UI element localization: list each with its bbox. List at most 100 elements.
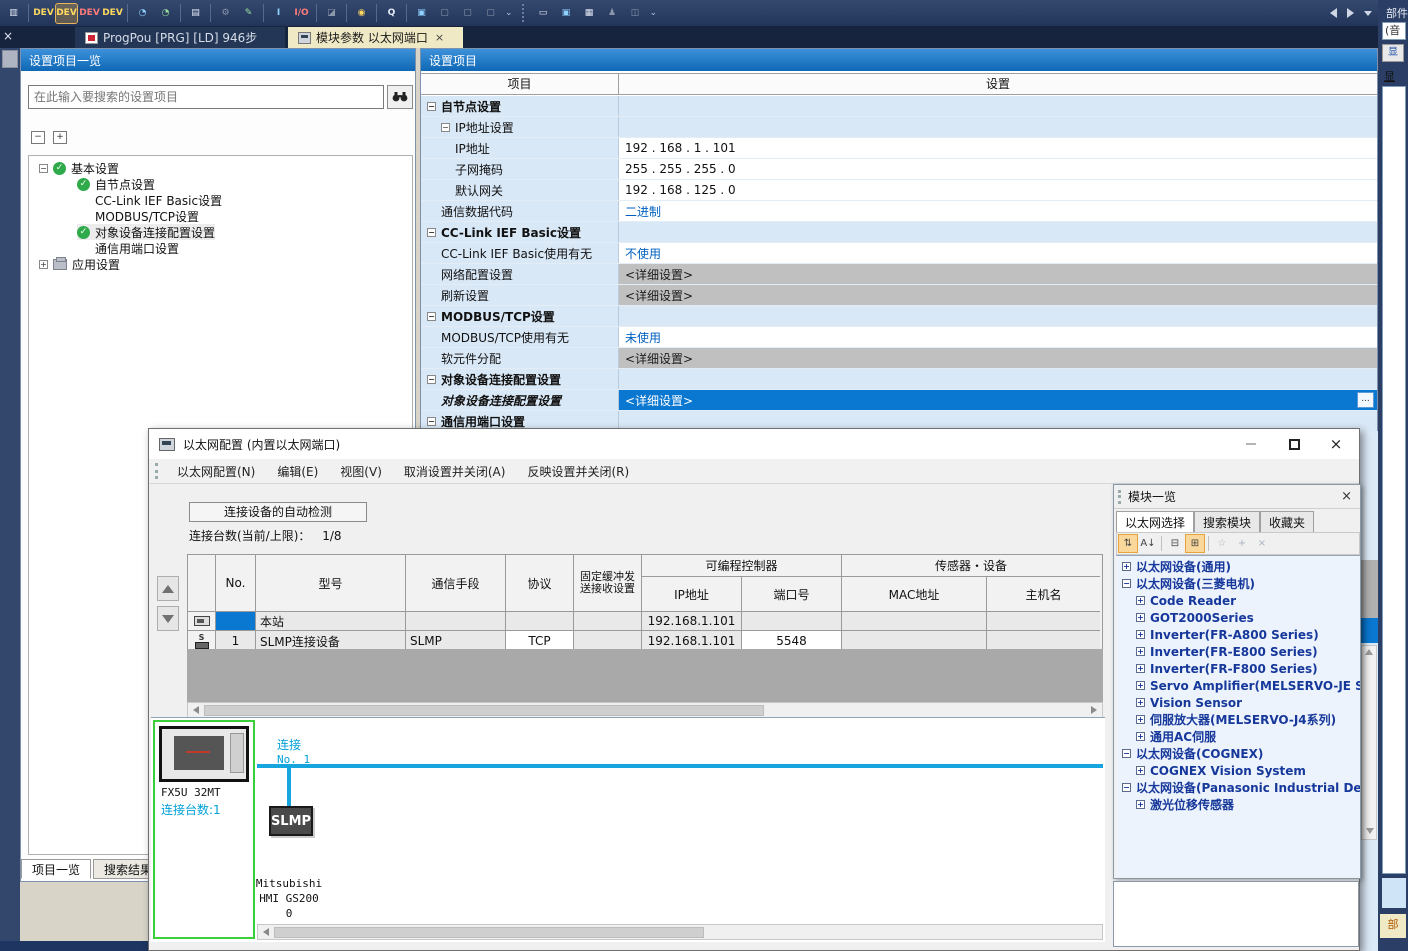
row-value[interactable]: <详细设置>: [619, 348, 1377, 368]
menu-view[interactable]: 视图(V): [329, 459, 393, 484]
tree-item-target-device[interactable]: ✓ 对象设备连接配置设置: [77, 224, 215, 240]
monitor-eye-icon[interactable]: ◉: [351, 4, 372, 23]
module-item-servo-j4[interactable]: +伺服放大器(MELSERVO-J4系列): [1136, 711, 1336, 728]
register-favorite-icon[interactable]: +: [1233, 535, 1251, 552]
module-wizard-icon[interactable]: ✎: [238, 4, 259, 23]
settings-row-network-config[interactable]: 网络配置设置 <详细设置>: [421, 264, 1377, 285]
menu-apply-close[interactable]: 反映设置并关闭(R): [516, 459, 640, 484]
statement-view-icon[interactable]: ▭: [533, 4, 554, 23]
device-find-icon[interactable]: DEV: [33, 4, 54, 23]
module-item-ethernet-mitsubishi[interactable]: −以太网设备(三菱电机): [1122, 575, 1255, 592]
tree-item-own-node[interactable]: ✓ 自节点设置: [77, 176, 155, 192]
menu-cancel-close[interactable]: 取消设置并关闭(A): [393, 459, 517, 484]
collapse-all-icon[interactable]: −: [31, 131, 45, 144]
delete-icon[interactable]: ×: [1253, 535, 1271, 552]
window-search-icon[interactable]: ▣: [411, 4, 432, 23]
mac-cell[interactable]: [842, 612, 987, 631]
menu-ethernet-config[interactable]: 以太网配置(N): [166, 459, 266, 484]
maximize-button[interactable]: [1277, 434, 1311, 454]
settings-row-datacode[interactable]: 通信数据代码 二进制: [421, 201, 1377, 222]
ip-cell[interactable]: 192.168.1.101: [642, 612, 742, 631]
row-value[interactable]: 192 . 168 . 1 . 101: [619, 138, 1377, 158]
module-item-vision-sensor[interactable]: +Vision Sensor: [1136, 694, 1242, 711]
dialog-title-bar[interactable]: 以太网配置 (内置以太网端口): [149, 429, 1359, 459]
module-item-inverter-f800[interactable]: +Inverter(FR-F800 Series): [1136, 660, 1318, 677]
settings-row-modbus-use[interactable]: MODBUS/TCP使用有无 未使用: [421, 327, 1377, 348]
search-button[interactable]: [387, 85, 413, 109]
expand-icon[interactable]: −: [427, 228, 436, 237]
tab-favorites[interactable]: 收藏夹: [1260, 511, 1314, 532]
module-item-cognex-vision[interactable]: +COGNEX Vision System: [1136, 762, 1306, 779]
window-tile-icon[interactable]: ▢: [480, 4, 501, 23]
panel-grip[interactable]: [1118, 490, 1121, 504]
browse-button[interactable]: ...: [1357, 392, 1374, 408]
toolbar-overflow-icon[interactable]: ⌄: [650, 8, 658, 18]
collapse-all-icon[interactable]: ⊟: [1166, 535, 1184, 552]
tree-item-cclink[interactable]: CC-Link IEF Basic设置: [95, 192, 222, 208]
settings-row-gateway[interactable]: 默认网关 192 . 168 . 125 . 0: [421, 180, 1377, 201]
tabbar-close-icon[interactable]: ×: [3, 29, 17, 45]
host-cell[interactable]: [987, 612, 1100, 631]
module-item-ethernet-generic[interactable]: +以太网设备(通用): [1122, 558, 1231, 575]
ladder-view-icon[interactable]: ▥: [3, 4, 24, 23]
module-item-inverter-a800[interactable]: +Inverter(FR-A800 Series): [1136, 626, 1319, 643]
settings-row-group[interactable]: −IP地址设置: [421, 117, 1377, 138]
minimize-button[interactable]: [1234, 434, 1268, 454]
slmp-node[interactable]: SLMP: [269, 806, 313, 836]
note-book-icon[interactable]: ▣: [556, 4, 577, 23]
sort-display-icon[interactable]: ⇅: [1119, 535, 1137, 552]
search-input[interactable]: [28, 85, 384, 109]
right-panel-selected-row[interactable]: [1382, 878, 1406, 908]
comm-cell[interactable]: [406, 612, 506, 631]
toolbar-overflow-icon[interactable]: ⌄: [505, 8, 513, 18]
menu-edit[interactable]: 编辑(E): [266, 459, 329, 484]
move-up-button[interactable]: [157, 576, 179, 601]
edit-mode-icon[interactable]: I: [268, 4, 289, 23]
watch-monitor-icon[interactable]: ◔: [155, 4, 176, 23]
port-cell[interactable]: [742, 612, 842, 631]
sort-az-icon[interactable]: A↓: [1139, 535, 1157, 552]
move-down-button[interactable]: [157, 606, 179, 631]
module-panel-title-bar[interactable]: 模块一览 ×: [1114, 485, 1360, 509]
expand-icon[interactable]: −: [427, 312, 436, 321]
expand-icon[interactable]: −: [427, 375, 436, 384]
tab-item-list[interactable]: 项目一览: [21, 859, 91, 879]
settings-row-group[interactable]: −对象设备连接配置设置: [421, 369, 1377, 390]
device-search-icon[interactable]: Q: [381, 4, 402, 23]
settings-row-group[interactable]: −CC-Link IEF Basic设置: [421, 222, 1377, 243]
right-panel-combo[interactable]: (音: [1382, 22, 1406, 40]
grid-display-icon[interactable]: ▦: [579, 4, 600, 23]
row-value[interactable]: 未使用: [619, 327, 1377, 347]
tab-progpou[interactable]: ProgPou [PRG] [LD] 946步: [75, 27, 285, 48]
module-item-laser-sensor[interactable]: +激光位移传感器: [1136, 796, 1234, 813]
row-value[interactable]: 不使用: [619, 243, 1377, 263]
module-item-servo-je[interactable]: +Servo Amplifier(MELSERVO-JE S: [1136, 677, 1360, 694]
user-icon[interactable]: ♟: [602, 4, 623, 23]
expand-icon[interactable]: −: [427, 417, 436, 426]
tab-close-icon[interactable]: ×: [435, 31, 444, 44]
list-view-icon[interactable]: ▤: [185, 4, 206, 23]
expand-icon[interactable]: −: [441, 123, 450, 132]
tree-item-basic-settings[interactable]: − ✓ 基本设置: [39, 160, 119, 176]
favorite-icon[interactable]: ☆: [1213, 535, 1231, 552]
right-panel-list[interactable]: [1382, 86, 1406, 874]
eraser-icon[interactable]: ◪: [321, 4, 342, 23]
device-test-icon[interactable]: DEV: [102, 4, 123, 23]
row-value[interactable]: 192 . 168 . 125 . 0: [619, 180, 1377, 200]
settings-row-ip[interactable]: IP地址 192 . 168 . 1 . 101: [421, 138, 1377, 159]
right-panel-button[interactable]: 显: [1382, 44, 1404, 62]
menu-grip[interactable]: [155, 463, 158, 479]
module-item-inverter-e800[interactable]: +Inverter(FR-E800 Series): [1136, 643, 1318, 660]
right-panel-link[interactable]: 显: [1384, 68, 1395, 84]
settings-row-device-assign[interactable]: 软元件分配 <详细设置>: [421, 348, 1377, 369]
scroll-thumb[interactable]: [204, 705, 764, 716]
tab-search-module[interactable]: 搜索模块: [1194, 511, 1260, 532]
window-find-icon[interactable]: ▢: [457, 4, 478, 23]
device-batch-icon[interactable]: DEV: [79, 4, 100, 23]
scroll-down-icon[interactable]: [1366, 828, 1374, 834]
auto-detect-button[interactable]: 连接设备的自动检测: [189, 502, 367, 522]
module-item-generic-ac-servo[interactable]: +通用AC伺服: [1136, 728, 1216, 745]
module-item-ethernet-cognex[interactable]: −以太网设备(COGNEX): [1122, 745, 1263, 762]
row-value-selected[interactable]: <详细设置> ...: [619, 390, 1377, 410]
settings-icon[interactable]: ⚙: [215, 4, 236, 23]
